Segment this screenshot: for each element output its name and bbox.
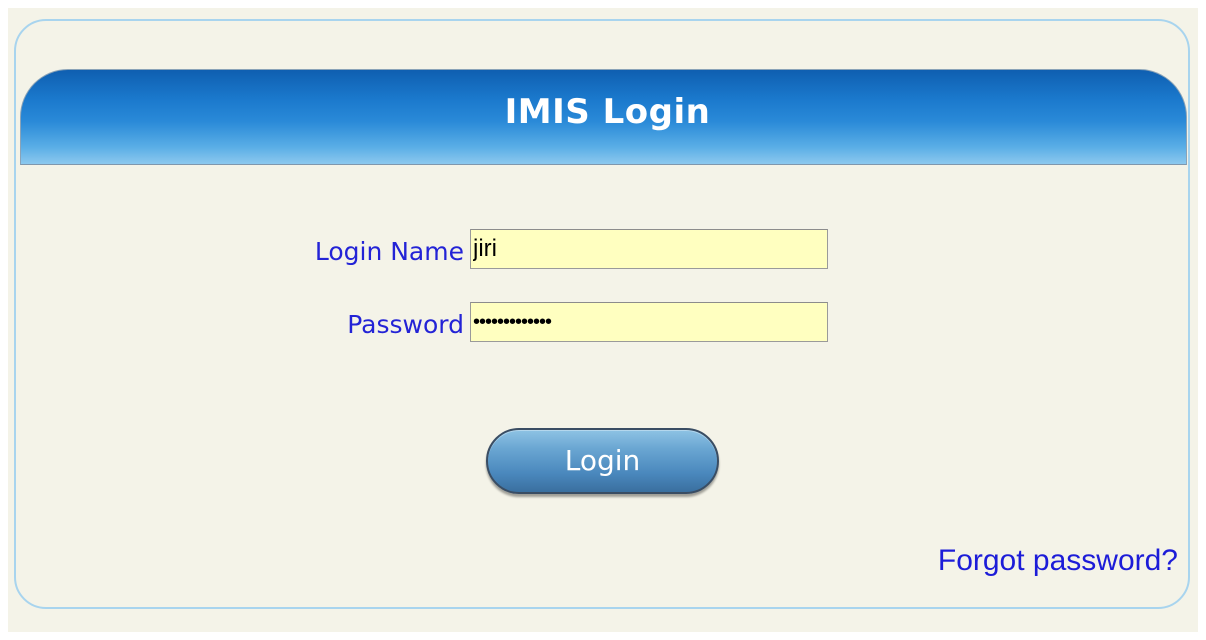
password-label: Password xyxy=(347,310,464,339)
login-button-label: Login xyxy=(564,443,641,477)
login-name-input[interactable] xyxy=(470,229,828,269)
login-button[interactable]: Login xyxy=(486,428,719,494)
password-input[interactable] xyxy=(470,302,828,342)
login-name-label: Login Name xyxy=(314,237,464,266)
page-title: IMIS Login xyxy=(504,92,711,132)
forgot-password-link[interactable]: Forgot password? xyxy=(938,544,1178,578)
login-header: IMIS Login xyxy=(20,69,1187,165)
login-canvas: IMIS Login Login Name Password Login For… xyxy=(8,8,1198,632)
page: IMIS Login Login Name Password Login For… xyxy=(0,0,1206,640)
